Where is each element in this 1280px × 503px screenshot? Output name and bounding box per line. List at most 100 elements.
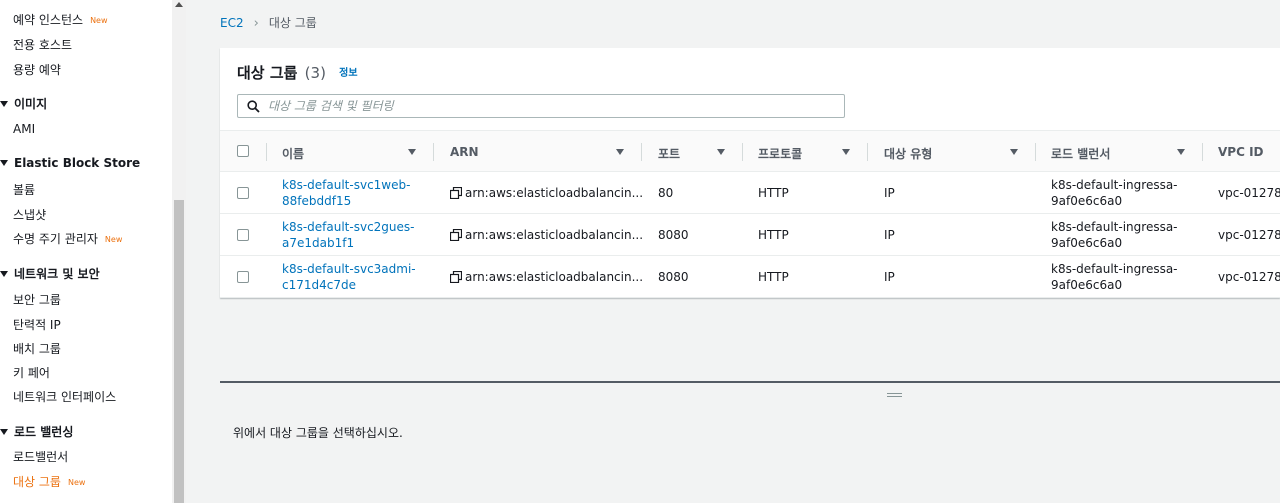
new-badge: New bbox=[67, 478, 86, 487]
arn-cell: arn:aws:elasticloadbalancin... bbox=[465, 228, 644, 242]
arn-cell: arn:aws:elasticloadbalancin... bbox=[465, 270, 644, 284]
row-checkbox[interactable] bbox=[237, 271, 249, 283]
new-badge: New bbox=[104, 235, 123, 244]
panel-count: (3) bbox=[304, 64, 326, 82]
column-header-target-type[interactable]: 대상 유형 bbox=[884, 145, 932, 162]
sidebar-item-snapshots[interactable]: 스냅샷 bbox=[13, 206, 46, 223]
target-group-name-link[interactable]: k8s-default-svc2gues-a7e1dab1f1 bbox=[282, 219, 415, 251]
column-header-protocol[interactable]: 프로토콜 bbox=[758, 145, 802, 162]
target-type-cell: IP bbox=[884, 270, 895, 284]
sidebar-item-placement-groups[interactable]: 배치 그룹 bbox=[13, 340, 61, 357]
sort-caret-icon[interactable] bbox=[1177, 149, 1185, 155]
sidebar-item-label: 보안 그룹 bbox=[13, 293, 61, 307]
sidebar: 예약 인스턴스 New 전용 호스트 용량 예약 이미지 AMI Elastic … bbox=[0, 0, 186, 503]
search-field[interactable] bbox=[237, 94, 845, 118]
sidebar-item-reserved-instances[interactable]: 예약 인스턴스 New bbox=[13, 11, 108, 28]
details-empty-message: 위에서 대상 그룹을 선택하십시오. bbox=[233, 426, 403, 440]
column-header-arn[interactable]: ARN bbox=[450, 145, 479, 159]
section-title: 이미지 bbox=[14, 97, 48, 111]
target-type-cell: IP bbox=[884, 186, 895, 200]
copy-icon[interactable] bbox=[450, 271, 462, 283]
sidebar-item-label: 스냅샷 bbox=[13, 208, 47, 222]
port-cell: 8080 bbox=[658, 228, 689, 242]
page-title: 대상 그룹 (3) 정보 bbox=[237, 62, 358, 83]
target-groups-panel: 대상 그룹 (3) 정보 이름 ARN 포트 프로토콜 대상 유형 로드 밸런서… bbox=[220, 48, 1280, 298]
sidebar-item-capacity-reservations[interactable]: 용량 예약 bbox=[13, 61, 61, 78]
column-header-vpc-id[interactable]: VPC ID bbox=[1218, 145, 1264, 159]
port-cell: 8080 bbox=[658, 270, 689, 284]
load-balancer-part2: 9af0e6c6a0 bbox=[1051, 236, 1123, 250]
info-link[interactable]: 정보 bbox=[339, 68, 357, 79]
search-icon bbox=[247, 100, 260, 113]
arn-cell: arn:aws:elasticloadbalancin... bbox=[465, 186, 644, 200]
caret-down-icon bbox=[0, 160, 8, 166]
sidebar-section-load-balancing[interactable]: 로드 밸런싱 bbox=[0, 423, 73, 440]
sidebar-item-network-interfaces[interactable]: 네트워크 인터페이스 bbox=[13, 388, 116, 405]
target-group-name-link[interactable]: k8s-default-svc1web- 88febddf15 bbox=[282, 177, 410, 209]
sidebar-item-lifecycle-manager[interactable]: 수명 주기 관리자 New bbox=[13, 230, 122, 247]
sort-caret-icon[interactable] bbox=[1010, 149, 1018, 155]
sort-caret-icon[interactable] bbox=[717, 149, 725, 155]
section-title: 로드 밸런싱 bbox=[14, 425, 74, 439]
table-row[interactable]: k8s-default-svc2gues-a7e1dab1f1 arn:aws:… bbox=[220, 214, 1280, 256]
target-group-name-part2: 88febddf15 bbox=[282, 194, 352, 208]
section-title: Elastic Block Store bbox=[14, 156, 141, 170]
drag-handle-icon[interactable] bbox=[887, 393, 902, 399]
sidebar-section-network-security[interactable]: 네트워크 및 보안 bbox=[0, 265, 100, 282]
sidebar-item-ami[interactable]: AMI bbox=[13, 122, 35, 136]
breadcrumb-ec2-link[interactable]: EC2 bbox=[220, 16, 244, 30]
new-badge: New bbox=[90, 16, 108, 25]
select-all-checkbox[interactable] bbox=[237, 145, 249, 157]
sort-caret-icon[interactable] bbox=[408, 149, 416, 155]
sidebar-item-label: 배치 그룹 bbox=[13, 342, 61, 356]
target-group-name-part2: a7e1dab1f1 bbox=[282, 236, 355, 250]
table-row[interactable]: k8s-default-svc1web- 88febddf15 arn:aws:e… bbox=[220, 172, 1280, 214]
sidebar-item-volumes[interactable]: 볼륨 bbox=[13, 181, 35, 198]
row-checkbox[interactable] bbox=[237, 187, 249, 199]
panel-title-text: 대상 그룹 bbox=[237, 64, 298, 82]
sort-caret-icon[interactable] bbox=[616, 149, 624, 155]
sidebar-item-label: 전용 호스트 bbox=[13, 38, 73, 52]
vpc-id-cell: vpc-012788 bbox=[1218, 270, 1280, 284]
scroll-up-arrow-icon[interactable] bbox=[175, 2, 183, 7]
table-row[interactable]: k8s-default-svc3admi-c171d4c7de arn:aws:… bbox=[220, 256, 1280, 298]
vpc-id-cell: vpc-012788 bbox=[1218, 228, 1280, 242]
caret-down-icon bbox=[0, 271, 8, 277]
sidebar-item-target-groups[interactable]: 대상 그룹 New bbox=[13, 473, 85, 490]
row-checkbox[interactable] bbox=[237, 229, 249, 241]
sort-caret-icon[interactable] bbox=[842, 149, 850, 155]
sidebar-scrollbar-thumb[interactable] bbox=[174, 200, 184, 503]
sidebar-item-key-pairs[interactable]: 키 페어 bbox=[13, 364, 50, 381]
caret-down-icon bbox=[0, 101, 8, 107]
load-balancer-cell: k8s-default-ingressa- 9af0e6c6a0 bbox=[1051, 177, 1178, 209]
sidebar-section-ebs[interactable]: Elastic Block Store bbox=[0, 156, 140, 170]
sidebar-item-label: 대상 그룹 bbox=[13, 475, 61, 489]
sidebar-item-dedicated-hosts[interactable]: 전용 호스트 bbox=[13, 36, 72, 53]
column-header-name[interactable]: 이름 bbox=[282, 145, 304, 162]
column-divider bbox=[433, 143, 434, 161]
target-group-name-part1: k8s-default-svc3admi- bbox=[282, 262, 416, 276]
column-header-load-balancer[interactable]: 로드 밸런서 bbox=[1051, 145, 1110, 162]
protocol-cell: HTTP bbox=[758, 270, 789, 284]
copy-icon[interactable] bbox=[450, 229, 462, 241]
copy-icon[interactable] bbox=[450, 187, 462, 199]
sidebar-item-label: 볼륨 bbox=[13, 183, 36, 197]
load-balancer-part2: 9af0e6c6a0 bbox=[1051, 278, 1123, 292]
load-balancer-part1: k8s-default-ingressa- bbox=[1051, 262, 1178, 276]
breadcrumb: EC2 › 대상 그룹 bbox=[220, 14, 317, 31]
sidebar-item-elastic-ips[interactable]: 탄력적 IP bbox=[13, 316, 61, 333]
protocol-cell: HTTP bbox=[758, 186, 789, 200]
sidebar-item-label: 탄력적 IP bbox=[13, 318, 61, 332]
sidebar-section-images[interactable]: 이미지 bbox=[0, 95, 47, 112]
sidebar-item-security-groups[interactable]: 보안 그룹 bbox=[13, 291, 61, 308]
target-group-name-link[interactable]: k8s-default-svc3admi-c171d4c7de bbox=[282, 261, 416, 293]
target-group-name-part1: k8s-default-svc1web- bbox=[282, 178, 411, 192]
sidebar-item-label: 수명 주기 관리자 bbox=[13, 232, 98, 246]
sidebar-item-label: 용량 예약 bbox=[13, 63, 61, 77]
column-divider bbox=[742, 143, 743, 161]
load-balancer-part2: 9af0e6c6a0 bbox=[1051, 194, 1123, 208]
section-title: 네트워크 및 보안 bbox=[14, 267, 100, 281]
column-header-port[interactable]: 포트 bbox=[658, 145, 680, 162]
sidebar-item-load-balancers[interactable]: 로드밸런서 bbox=[13, 448, 68, 465]
search-input[interactable] bbox=[266, 97, 826, 115]
